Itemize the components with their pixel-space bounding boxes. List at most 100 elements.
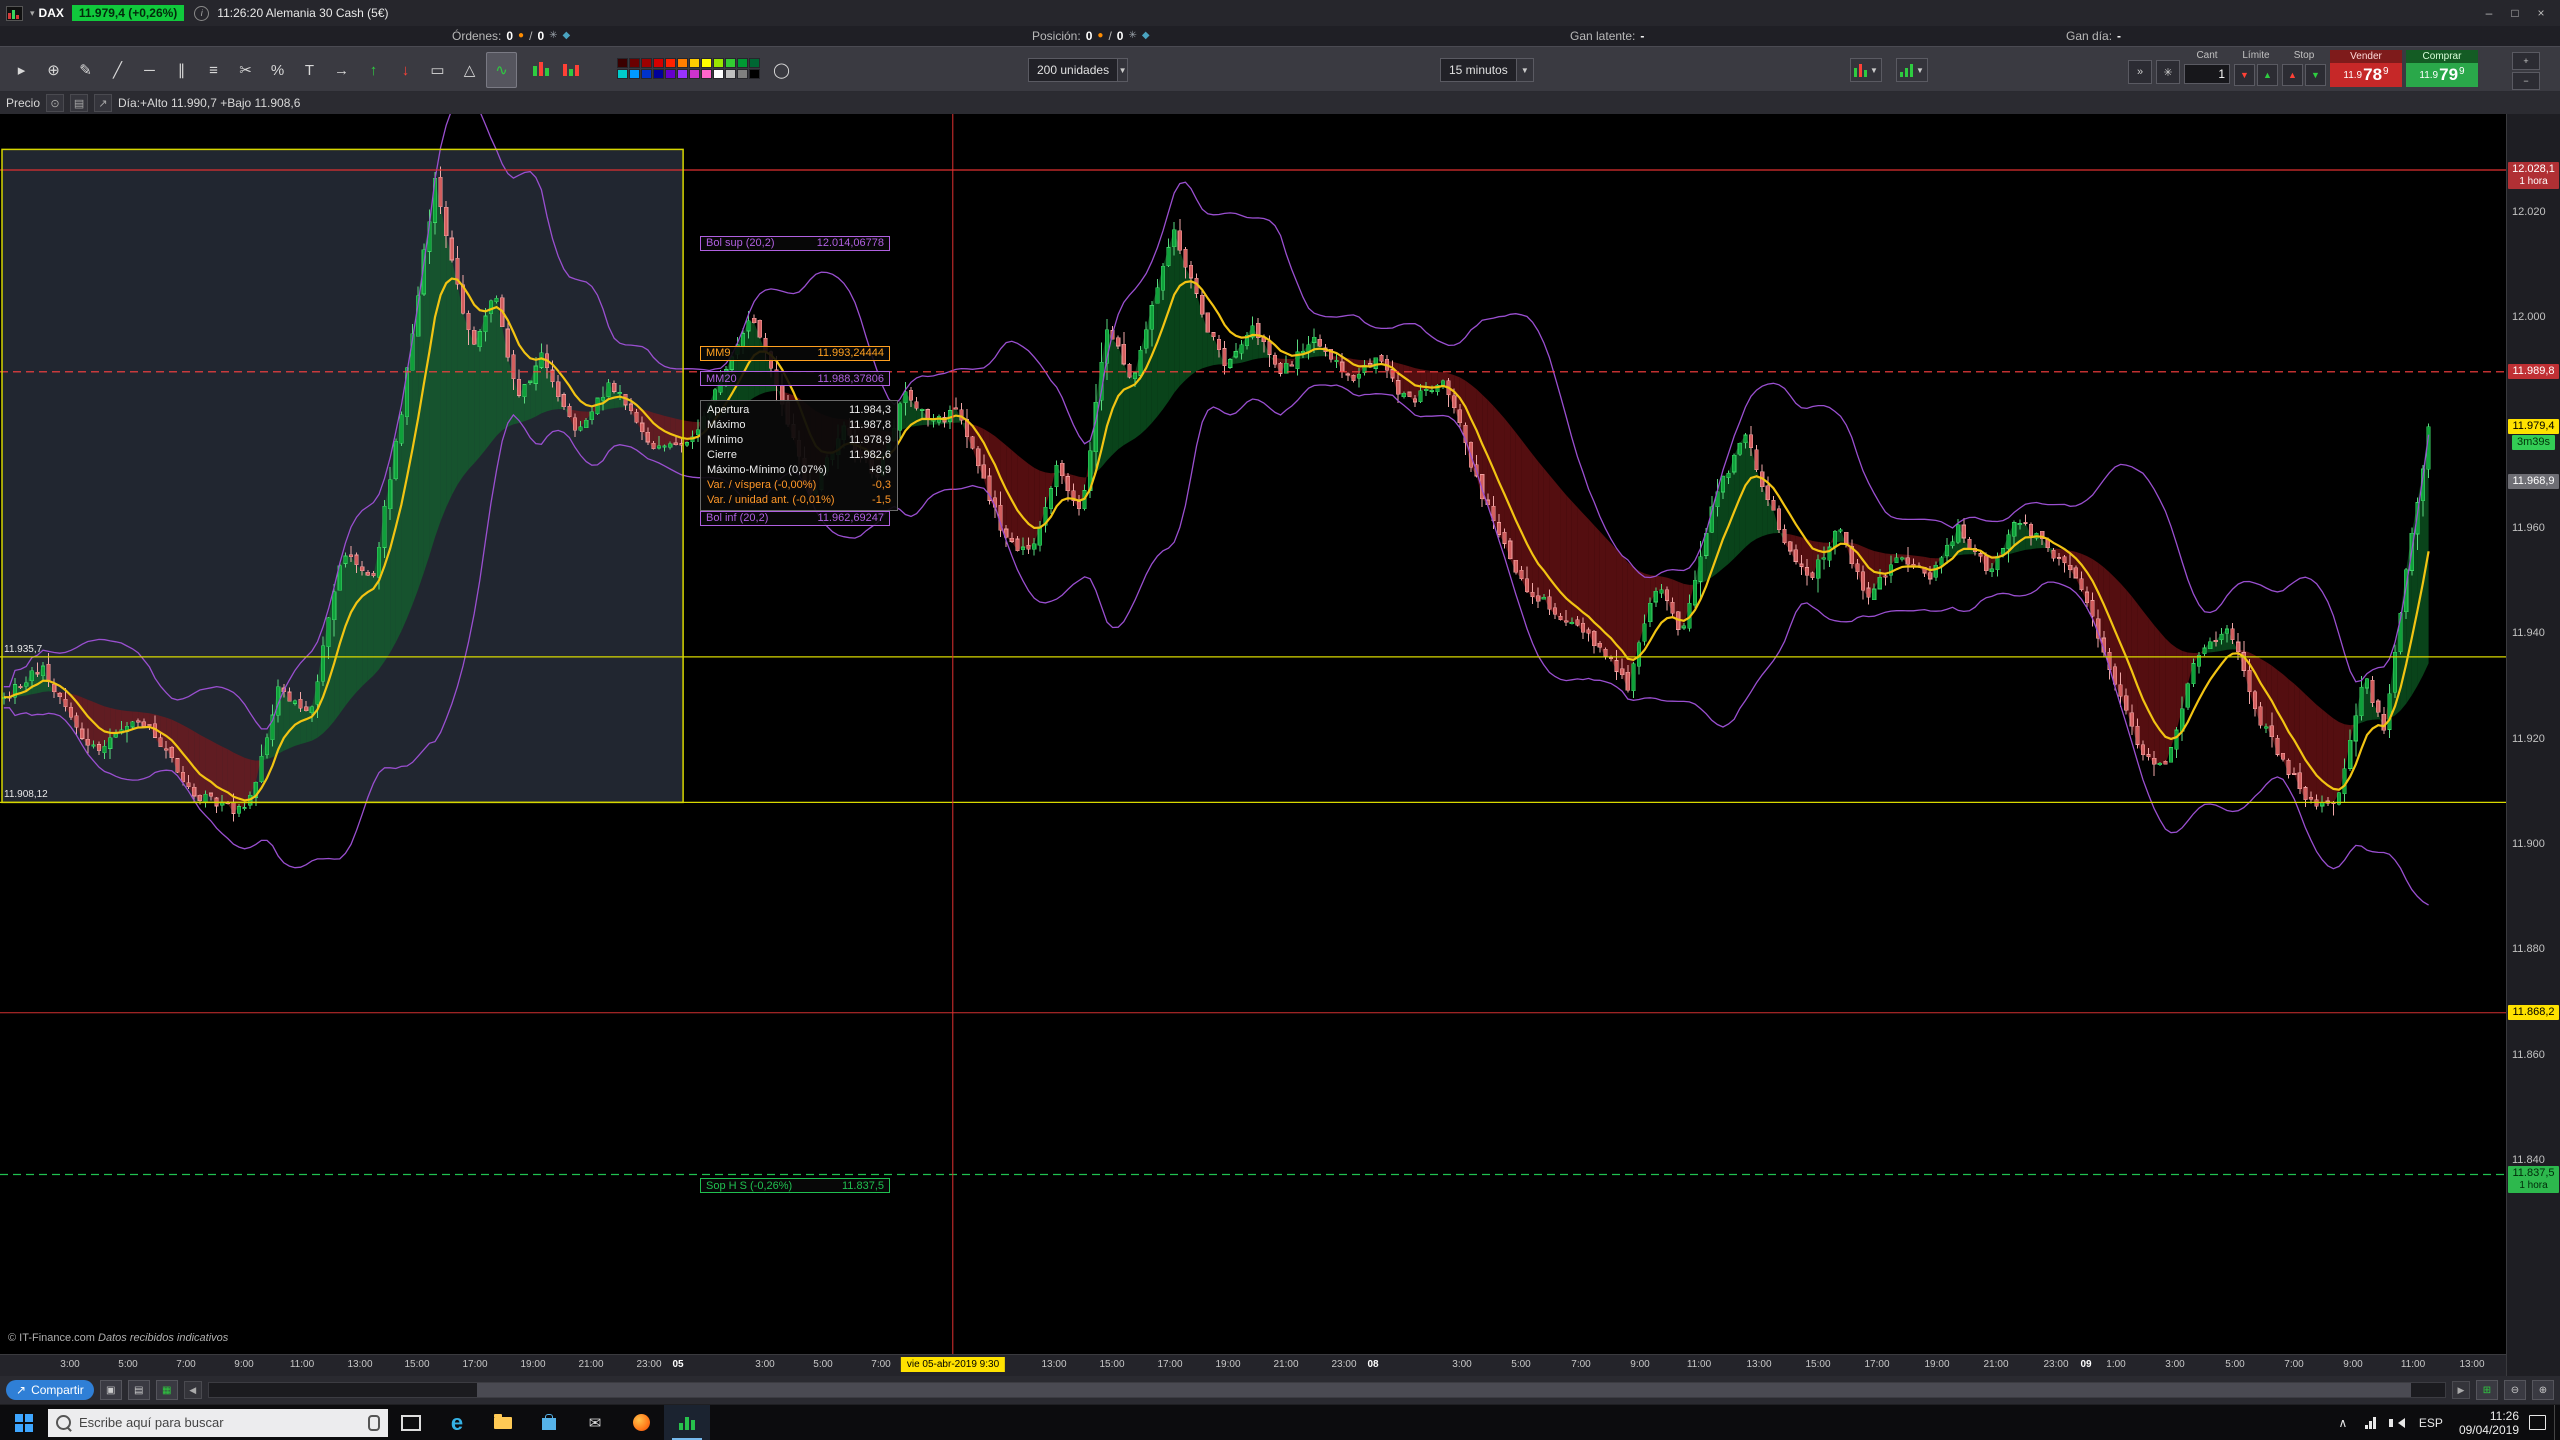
task-view-button[interactable] <box>388 1405 434 1440</box>
color-swatch[interactable] <box>701 58 712 68</box>
action-center-icon[interactable] <box>2529 1415 2546 1430</box>
scroll-left-button[interactable]: ◀ <box>184 1381 202 1399</box>
color-swatch[interactable] <box>641 58 652 68</box>
quantity-input[interactable] <box>2184 64 2230 84</box>
axis-zoom-in-button[interactable]: + <box>2512 52 2540 70</box>
candle-style-button[interactable] <box>528 52 554 86</box>
position-icon[interactable]: ● <box>1097 31 1103 41</box>
instrument-symbol[interactable]: DAX <box>39 6 64 20</box>
color-swatch[interactable] <box>725 69 736 79</box>
screenshot-icon[interactable]: ▣ <box>100 1380 122 1400</box>
taskbar-clock[interactable]: 11:26 09/04/2019 <box>2449 1409 2529 1437</box>
store-button[interactable] <box>526 1405 572 1440</box>
network-icon[interactable] <box>2357 1405 2385 1440</box>
stop-sell-button[interactable]: ▲ <box>2282 64 2303 86</box>
color-swatch[interactable] <box>665 69 676 79</box>
rectangle-tool[interactable]: ▭ <box>422 52 453 88</box>
taskbar-search-input[interactable]: Escribe aquí para buscar <box>48 1409 388 1437</box>
color-swatch[interactable] <box>689 69 700 79</box>
percent-tool[interactable]: % <box>262 52 293 88</box>
maximize-button[interactable]: □ <box>2502 3 2528 23</box>
arrow-tool[interactable]: → <box>326 52 357 88</box>
ellipse-tool[interactable]: ◯ <box>766 52 797 88</box>
chart-scrollbar[interactable] <box>208 1382 2446 1398</box>
pane-title[interactable]: Precio <box>6 96 40 110</box>
chart-area[interactable]: Bol sup (20,2)12.014,06778 MM911.993,2444… <box>0 114 2560 1376</box>
share-button[interactable]: ↗ Compartir <box>6 1380 94 1400</box>
zoom-in-icon[interactable]: ⊕ <box>2532 1380 2554 1400</box>
bar-style-button[interactable] <box>558 52 584 86</box>
trading-app-button[interactable] <box>664 1405 710 1440</box>
color-swatch[interactable] <box>617 69 628 79</box>
pane-grid-icon[interactable]: ▤ <box>70 94 88 112</box>
text-tool[interactable]: T <box>294 52 325 88</box>
pencil-tool[interactable]: ✎ <box>70 52 101 88</box>
timeframe-dropdown[interactable]: 15 minutos ▼ <box>1440 58 1534 82</box>
bol-sup-box[interactable]: Bol sup (20,2)12.014,06778 <box>700 236 890 251</box>
limit-sell-button[interactable]: ▼ <box>2234 64 2255 86</box>
scroll-right-button[interactable]: ▶ <box>2452 1381 2470 1399</box>
chevron-down-icon[interactable]: ▼ <box>1117 59 1127 81</box>
language-indicator[interactable]: ESP <box>2413 1405 2449 1440</box>
file-explorer-button[interactable] <box>480 1405 526 1440</box>
time-axis[interactable]: 3:005:007:009:0011:0013:0015:0017:0019:0… <box>0 1354 2506 1376</box>
mail-button[interactable]: ✉ <box>572 1405 618 1440</box>
arrow-down-tool[interactable]: ↓ <box>390 52 421 88</box>
chart-list-icon[interactable]: ▤ <box>128 1380 150 1400</box>
color-swatch[interactable] <box>641 69 652 79</box>
grid-view-icon[interactable]: ▦ <box>156 1380 178 1400</box>
firefox-button[interactable] <box>618 1405 664 1440</box>
edge-browser-button[interactable]: e <box>434 1405 480 1440</box>
parallel-lines-tool[interactable]: ∥ <box>166 52 197 88</box>
color-swatch[interactable] <box>629 69 640 79</box>
fibonacci-tool[interactable]: ≡ <box>198 52 229 88</box>
arrow-up-tool[interactable]: ↑ <box>358 52 389 88</box>
color-swatch[interactable] <box>749 58 760 68</box>
limit-buy-button[interactable]: ▲ <box>2257 64 2278 86</box>
scrollbar-thumb[interactable] <box>477 1383 2411 1397</box>
color-swatch[interactable] <box>749 69 760 79</box>
color-swatch[interactable] <box>713 58 724 68</box>
fit-chart-icon[interactable]: ⊞ <box>2476 1380 2498 1400</box>
triangle-tool[interactable]: △ <box>454 52 485 88</box>
collapse-panel-button[interactable]: » <box>2128 60 2152 84</box>
support-box[interactable]: Sop H S (-0,26%)11.837,5 <box>700 1178 890 1193</box>
orders-settings-icon[interactable]: ✳ <box>549 31 557 41</box>
zoom-out-icon[interactable]: ⊖ <box>2504 1380 2526 1400</box>
candlestick-chart[interactable] <box>0 114 2506 1354</box>
pane-expand-icon[interactable]: ↗ <box>94 94 112 112</box>
mm9-box[interactable]: MM911.993,24444 <box>700 346 890 361</box>
sell-button[interactable]: Vender 11.9789 <box>2330 50 2402 87</box>
chart-type-dropdown[interactable]: ▼ <box>1850 58 1882 82</box>
hidden-icons-chevron[interactable]: ∧ <box>2329 1405 2357 1440</box>
bol-inf-box[interactable]: Bol inf (20,2)11.962,69247 <box>700 511 890 526</box>
color-swatch[interactable] <box>617 58 628 68</box>
axis-zoom-out-button[interactable]: − <box>2512 72 2540 90</box>
color-swatch[interactable] <box>725 58 736 68</box>
zoom-tool[interactable]: ⊕ <box>38 52 69 88</box>
color-swatch[interactable] <box>665 58 676 68</box>
info-icon[interactable]: i <box>194 6 209 21</box>
trendline-tool[interactable]: ╱ <box>102 52 133 88</box>
buy-button[interactable]: Comprar 11.9799 <box>2406 50 2478 87</box>
color-swatch[interactable] <box>701 69 712 79</box>
horizontal-line-tool[interactable]: ─ <box>134 52 165 88</box>
color-swatch[interactable] <box>653 58 664 68</box>
color-swatch[interactable] <box>677 69 688 79</box>
mm20-box[interactable]: MM2011.988,37806 <box>700 371 890 386</box>
indicator-dropdown[interactable]: ▼ <box>1896 58 1928 82</box>
order-settings-icon[interactable]: ✳ <box>2156 60 2180 84</box>
show-desktop-button[interactable] <box>2554 1405 2560 1440</box>
pane-settings-icon[interactable]: ⊙ <box>46 94 64 112</box>
color-swatch[interactable] <box>677 58 688 68</box>
microphone-icon[interactable] <box>368 1415 380 1431</box>
color-swatch[interactable] <box>713 69 724 79</box>
color-swatch[interactable] <box>629 58 640 68</box>
wave-tool[interactable]: ∿ <box>486 52 517 88</box>
chevron-down-icon[interactable]: ▾ <box>30 8 35 19</box>
delete-tool[interactable]: ✂ <box>230 52 261 88</box>
start-button[interactable] <box>0 1405 48 1440</box>
cursor-tool[interactable]: ▸ <box>6 52 37 88</box>
chevron-down-icon[interactable]: ▼ <box>1516 59 1533 81</box>
close-button[interactable]: × <box>2528 3 2554 23</box>
